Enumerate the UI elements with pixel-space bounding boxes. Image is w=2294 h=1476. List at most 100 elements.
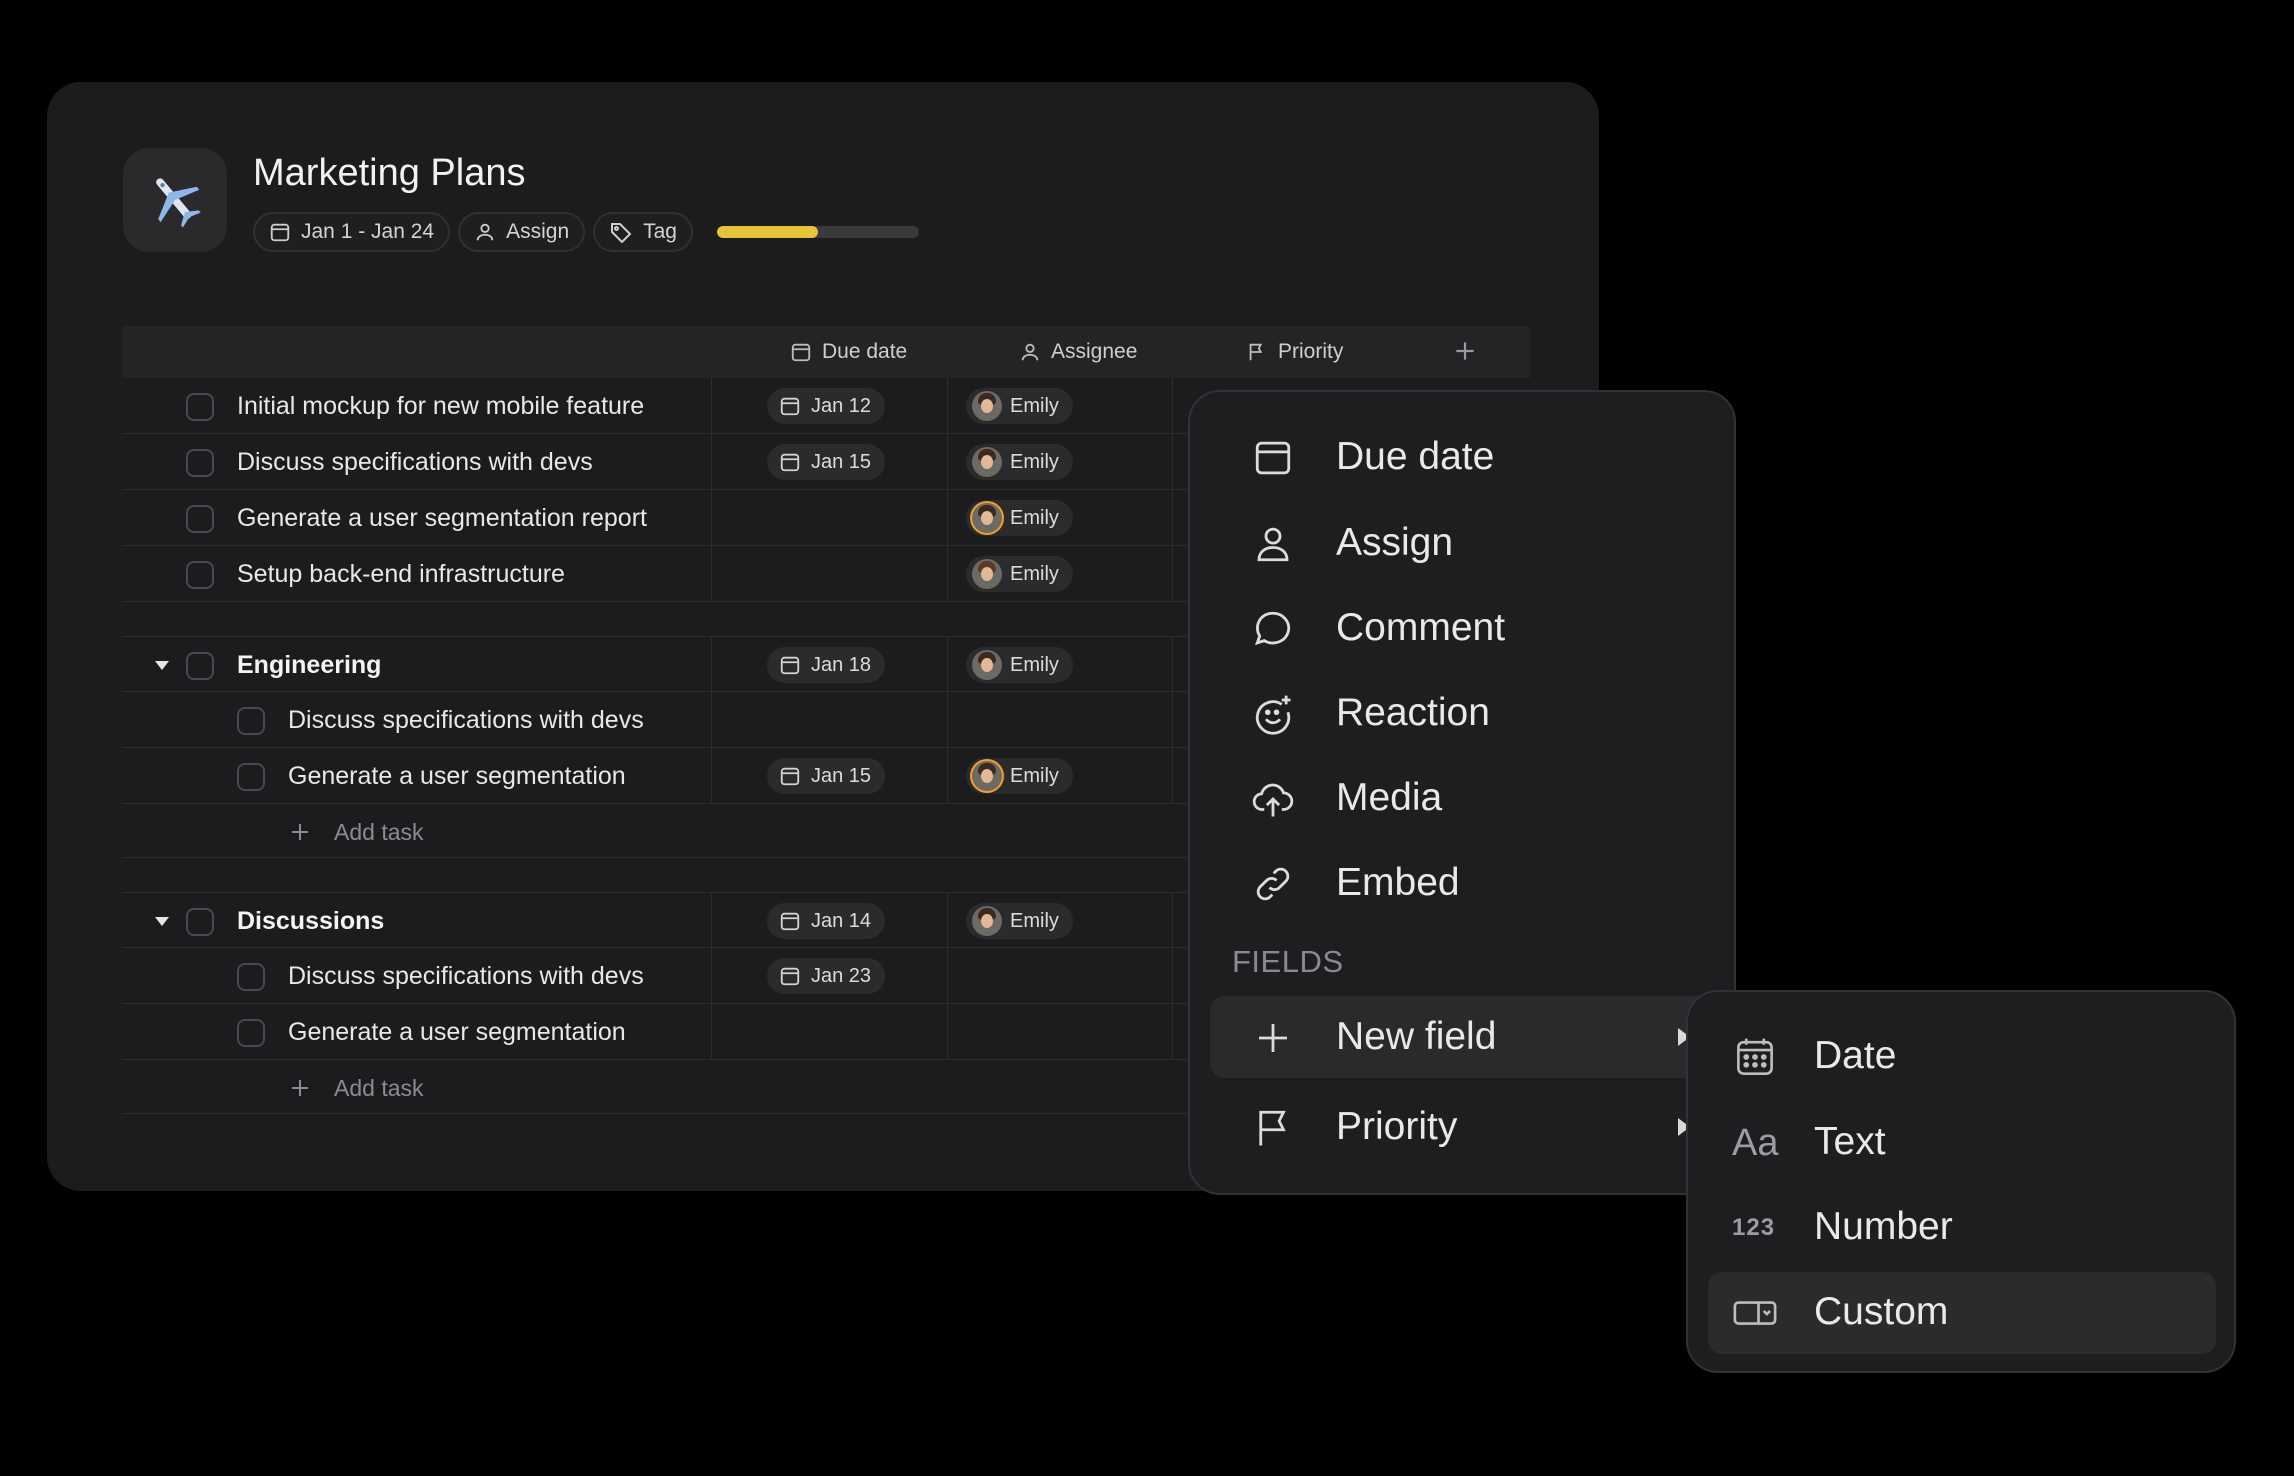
due-cell[interactable] bbox=[712, 692, 948, 747]
assignee-chip[interactable]: Emily bbox=[966, 388, 1073, 424]
submenu-item-text[interactable]: Aa Text bbox=[1708, 1102, 2216, 1184]
column-due-date[interactable]: Due date bbox=[790, 340, 907, 364]
assignee-cell[interactable]: Emily bbox=[948, 434, 1173, 489]
table-header: Due date Assignee Priority bbox=[122, 326, 1530, 378]
assignee-cell[interactable]: Emily bbox=[948, 748, 1173, 803]
menu-item-label: Due date bbox=[1336, 435, 1495, 478]
task-checkbox[interactable] bbox=[186, 449, 214, 477]
submenu-item-date[interactable]: Date bbox=[1708, 1016, 2216, 1098]
due-cell[interactable] bbox=[712, 546, 948, 601]
menu-item-priority[interactable]: Priority bbox=[1210, 1086, 1710, 1168]
person-icon bbox=[476, 223, 494, 241]
reaction-icon bbox=[1255, 695, 1291, 735]
page-title: Marketing Plans bbox=[253, 152, 526, 194]
calendar-icon bbox=[780, 656, 800, 675]
task-checkbox[interactable] bbox=[237, 763, 265, 791]
due-cell[interactable]: Jan 15 bbox=[712, 434, 948, 489]
insert-menu: Due date Assign Comment Reaction Media E… bbox=[1188, 390, 1736, 1195]
menu-item-embed[interactable]: Embed bbox=[1210, 842, 1710, 924]
menu-item-due-date[interactable]: Due date bbox=[1210, 416, 1710, 498]
assignee-cell[interactable]: Emily bbox=[948, 490, 1173, 545]
flag-icon bbox=[1259, 1110, 1286, 1146]
calendar-icon bbox=[780, 397, 800, 416]
menu-item-assign[interactable]: Assign bbox=[1210, 502, 1710, 584]
assignee-chip[interactable]: Emily bbox=[966, 556, 1073, 592]
due-cell[interactable] bbox=[712, 490, 948, 545]
progress-fill bbox=[716, 226, 818, 238]
task-checkbox[interactable] bbox=[186, 393, 214, 421]
calendar-icon bbox=[780, 767, 800, 786]
due-date-chip[interactable]: Jan 15 bbox=[767, 758, 886, 794]
task-checkbox[interactable] bbox=[186, 561, 214, 589]
task-checkbox[interactable] bbox=[186, 505, 214, 533]
assignee-name: Emily bbox=[1010, 506, 1059, 529]
column-assignee[interactable]: Assignee bbox=[1019, 340, 1137, 364]
menu-item-label: Embed bbox=[1336, 861, 1460, 904]
assignee-cell[interactable]: Emily bbox=[948, 893, 1173, 947]
avatar bbox=[972, 447, 1002, 477]
plus-icon bbox=[292, 1080, 308, 1096]
menu-item-comment[interactable]: Comment bbox=[1210, 587, 1710, 669]
assignee-chip[interactable]: Emily bbox=[966, 500, 1073, 536]
collapse-caret-icon[interactable] bbox=[155, 917, 169, 926]
add-task-label: Add task bbox=[334, 819, 424, 845]
group-label: Engineering bbox=[237, 651, 382, 679]
task-label: Discuss specifications with devs bbox=[288, 706, 644, 734]
due-date-chip[interactable]: Jan 12 bbox=[767, 388, 886, 424]
tag-chip[interactable]: Tag bbox=[593, 212, 693, 252]
assignee-cell[interactable] bbox=[948, 948, 1173, 1003]
menu-item-new-field[interactable]: New field bbox=[1210, 996, 1710, 1078]
task-checkbox[interactable] bbox=[237, 963, 265, 991]
due-cell[interactable]: Jan 15 bbox=[712, 748, 948, 803]
assignee-chip[interactable]: Emily bbox=[966, 647, 1073, 683]
task-checkbox[interactable] bbox=[237, 1019, 265, 1047]
assignee-cell[interactable] bbox=[948, 1004, 1173, 1059]
date-range-label: Jan 1 - Jan 24 bbox=[301, 220, 435, 243]
avatar bbox=[972, 391, 1002, 421]
due-date-chip[interactable]: Jan 14 bbox=[767, 903, 886, 939]
due-date-chip[interactable]: Jan 15 bbox=[767, 444, 886, 480]
assignee-cell[interactable]: Emily bbox=[948, 637, 1173, 691]
custom-field-icon bbox=[1733, 1301, 1777, 1325]
assignee-cell[interactable]: Emily bbox=[948, 546, 1173, 601]
due-cell[interactable] bbox=[712, 1004, 948, 1059]
submenu-item-label: Custom bbox=[1814, 1290, 1949, 1333]
task-cell: Generate a user segmentation bbox=[122, 748, 712, 803]
menu-item-label: Media bbox=[1336, 776, 1443, 819]
tag-icon bbox=[611, 223, 632, 244]
assignee-chip[interactable]: Emily bbox=[966, 444, 1073, 480]
assignee-cell[interactable]: Emily bbox=[948, 378, 1173, 433]
due-cell[interactable]: Jan 14 bbox=[712, 893, 948, 947]
task-cell: Generate a user segmentation report bbox=[122, 490, 712, 545]
assignee-chip[interactable]: Emily bbox=[966, 903, 1073, 939]
due-cell[interactable]: Jan 23 bbox=[712, 948, 948, 1003]
assign-chip[interactable]: Assign bbox=[458, 212, 586, 252]
assignee-chip[interactable]: Emily bbox=[966, 758, 1073, 794]
menu-item-reaction[interactable]: Reaction bbox=[1210, 672, 1710, 754]
menu-item-label: New field bbox=[1336, 1015, 1497, 1058]
comment-icon bbox=[1254, 611, 1290, 646]
submenu-item-number[interactable]: 123 Number bbox=[1708, 1187, 2216, 1269]
menu-item-label: Priority bbox=[1336, 1105, 1458, 1148]
due-cell[interactable]: Jan 12 bbox=[712, 378, 948, 433]
column-priority[interactable]: Priority bbox=[1246, 340, 1343, 364]
due-date-chip[interactable]: Jan 18 bbox=[767, 647, 886, 683]
project-icon[interactable] bbox=[123, 148, 227, 252]
assignee-cell[interactable] bbox=[948, 692, 1173, 747]
project-meta: Jan 1 - Jan 24 Assign Tag bbox=[253, 212, 919, 252]
date-range-chip[interactable]: Jan 1 - Jan 24 bbox=[253, 212, 451, 252]
number-icon: 123 bbox=[1732, 1214, 1776, 1241]
menu-item-media[interactable]: Media bbox=[1210, 757, 1710, 839]
add-column-button[interactable] bbox=[1452, 338, 1478, 369]
submenu-item-custom[interactable]: Custom bbox=[1708, 1272, 2216, 1354]
assign-label: Assign bbox=[506, 220, 570, 243]
due-date-chip[interactable]: Jan 23 bbox=[767, 958, 886, 994]
group-checkbox[interactable] bbox=[186, 652, 214, 680]
column-label: Assignee bbox=[1051, 340, 1138, 363]
task-checkbox[interactable] bbox=[237, 707, 265, 735]
due-cell[interactable]: Jan 18 bbox=[712, 637, 948, 691]
group-checkbox[interactable] bbox=[186, 908, 214, 936]
task-cell: Discuss specifications with devs bbox=[122, 692, 712, 747]
text-aa-icon: Aa bbox=[1732, 1121, 1779, 1164]
collapse-caret-icon[interactable] bbox=[155, 661, 169, 670]
